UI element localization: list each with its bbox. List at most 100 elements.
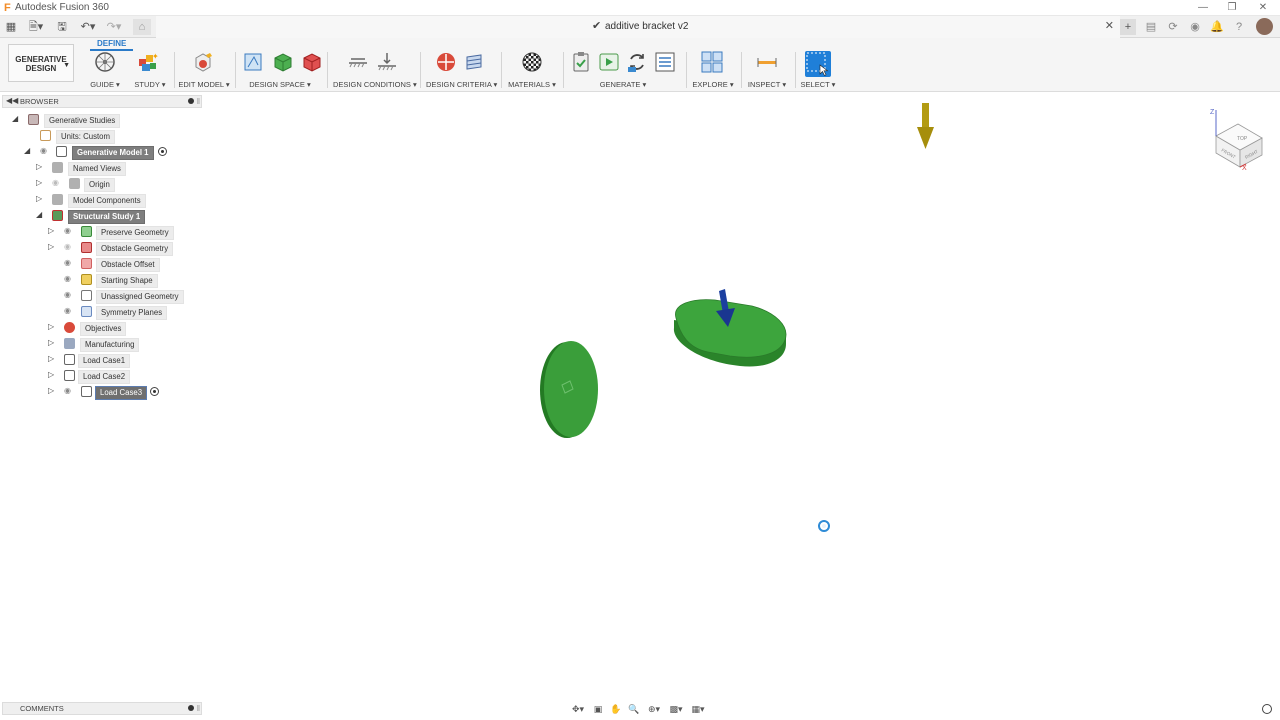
tree-label: Generative Model 1 [72, 146, 154, 160]
browser-panel-header[interactable]: ◀◀ BROWSER ‖ [2, 95, 202, 108]
panel-grip-icon[interactable]: ‖ [197, 704, 200, 713]
document-title: additive bracket v2 [605, 21, 689, 32]
close-tab-icon[interactable]: ✕ [1105, 19, 1114, 32]
tree-label: Manufacturing [80, 338, 140, 352]
chat-icon[interactable]: ▤ [1143, 19, 1159, 35]
extensions-icon[interactable]: ⟳ [1165, 19, 1181, 35]
display-settings-icon[interactable]: ▩▾ [666, 702, 686, 716]
file-menu-icon[interactable]: 🗎▾ [26, 19, 46, 35]
expand-triangle-icon[interactable]: ▷ [48, 242, 56, 251]
app-grid-icon[interactable]: ▦ [4, 19, 18, 35]
select-group[interactable]: SELECT ▾ [800, 51, 836, 91]
expand-triangle-icon[interactable]: ▷ [36, 178, 44, 187]
visibility-eye-icon[interactable]: ◉ [40, 147, 50, 155]
pan-icon[interactable]: ✋ [608, 702, 624, 716]
home-icon[interactable]: ⌂ [133, 19, 151, 35]
look-at-icon[interactable]: ▣ [590, 702, 606, 716]
viewcube-top-label: TOP [1237, 136, 1248, 142]
study-icon [52, 210, 63, 221]
visibility-eye-icon[interactable]: ◉ [64, 307, 74, 315]
visibility-eye-icon[interactable]: ◉ [64, 243, 74, 251]
activate-radio-icon[interactable] [158, 147, 167, 156]
zoom-window-icon[interactable]: 🔍 [626, 702, 642, 716]
tree-label: Objectives [80, 322, 127, 336]
toolbar-ribbon: GENERATIVE DESIGN ▼ DEFINE GUIDE ▾ ✦ STU… [0, 38, 1280, 92]
pin-icon[interactable] [188, 98, 194, 104]
visibility-eye-icon[interactable]: ◉ [64, 275, 74, 283]
navigation-bar: ✥▾ ▣ ✋ 🔍 ⊕▾ ▩▾ ▦▾ [568, 701, 710, 717]
expand-triangle-icon[interactable]: ▷ [36, 194, 44, 203]
explore-group[interactable]: EXPLORE ▾ [692, 51, 734, 91]
viewport-canvas [540, 103, 934, 438]
visibility-eye-icon[interactable]: ◉ [64, 291, 74, 299]
help-icon[interactable]: ? [1231, 19, 1247, 35]
workspace-switcher[interactable]: GENERATIVE DESIGN ▼ [8, 44, 74, 82]
generate-group[interactable]: GENERATE ▾ [568, 51, 678, 91]
preserve-geometry-vertical[interactable] [540, 341, 598, 438]
inspect-group[interactable]: INSPECT ▾ [746, 51, 788, 91]
starting-shape-icon [81, 274, 92, 285]
edit-model-group[interactable]: EDIT MODEL ▾ [178, 51, 230, 91]
load-arrow-gold[interactable] [917, 103, 934, 149]
collapse-triangle-icon[interactable]: ◢ [36, 210, 44, 219]
design-space-group[interactable]: DESIGN SPACE ▾ [240, 51, 321, 91]
explore-icon [701, 51, 723, 73]
activate-radio-icon[interactable] [150, 387, 159, 396]
orbit-icon[interactable]: ✥▾ [568, 702, 588, 716]
restore-icon[interactable]: ❐ [1225, 1, 1239, 15]
objectives-icon [435, 51, 457, 73]
avatar[interactable] [1256, 18, 1273, 35]
tab-define[interactable]: DEFINE [90, 39, 134, 51]
design-criteria-group[interactable]: DESIGN CRITERIA ▾ [426, 51, 497, 91]
obstacle-icon [81, 242, 92, 253]
sync-icon [626, 51, 648, 73]
expand-triangle-icon[interactable]: ▷ [48, 354, 56, 363]
symmetry-icon [81, 306, 92, 317]
expand-triangle-icon[interactable]: ▷ [48, 322, 56, 331]
design-conditions-group[interactable]: DESIGN CONDITIONS ▾ [333, 51, 417, 91]
collapse-panel-icon[interactable]: ◀◀ [6, 96, 18, 105]
generate-label: GENERATE [599, 80, 641, 89]
tree-label: Model Components [68, 194, 146, 208]
materials-group[interactable]: MATERIALS ▾ [506, 51, 558, 91]
tree-label: Load Case3 [95, 386, 148, 400]
comments-panel-header[interactable]: COMMENTS ‖ [2, 702, 202, 715]
ribbon-divider [563, 52, 564, 88]
expand-triangle-icon[interactable]: ▷ [48, 386, 56, 395]
expand-triangle-icon[interactable]: ▷ [36, 162, 44, 171]
expand-triangle-icon[interactable]: ▷ [48, 338, 56, 347]
visibility-eye-icon[interactable]: ◉ [64, 227, 74, 235]
design-space-label: DESIGN SPACE [249, 80, 305, 89]
close-window-icon[interactable]: ✕ [1256, 1, 1270, 15]
select-cursor-icon [805, 51, 831, 77]
model-icon [56, 146, 67, 157]
ribbon-divider [501, 52, 502, 88]
add-comment-icon[interactable] [188, 705, 194, 711]
timeline-toggle-icon[interactable] [1262, 704, 1272, 714]
collapse-triangle-icon[interactable]: ◢ [24, 146, 32, 155]
visibility-eye-icon[interactable]: ◉ [64, 387, 74, 395]
document-tab[interactable]: ✔ additive bracket v2 ✕ [156, 16, 1120, 38]
guide-icon [94, 51, 116, 73]
visibility-eye-icon[interactable]: ◉ [64, 259, 74, 267]
load-case-icon [64, 354, 75, 365]
minimize-icon[interactable]: — [1196, 1, 1210, 15]
notifications-icon[interactable]: 🔔 [1209, 19, 1225, 35]
zoom-icon[interactable]: ⊕▾ [644, 702, 664, 716]
guide-group[interactable]: GUIDE ▾ [90, 51, 120, 91]
tree-label: Load Case1 [78, 354, 131, 368]
save-icon[interactable]: 🖫 [55, 19, 69, 35]
undo-icon[interactable]: ↶▾ [78, 19, 98, 35]
viewcube[interactable]: TOP FRONT RIGHT Z X [1206, 104, 1266, 172]
visibility-eye-icon[interactable]: ◉ [52, 179, 62, 187]
expand-triangle-icon[interactable]: ▷ [48, 370, 56, 379]
new-tab-icon[interactable]: + [1120, 19, 1136, 35]
grid-settings-icon[interactable]: ▦▾ [688, 702, 708, 716]
expand-triangle-icon[interactable]: ▷ [48, 226, 56, 235]
redo-icon[interactable]: ↷▾ [104, 19, 124, 35]
study-group[interactable]: ✦ STUDY ▾ [132, 51, 168, 91]
collapse-triangle-icon[interactable]: ◢ [12, 114, 20, 123]
job-status-icon[interactable]: ◉ [1187, 19, 1203, 35]
tree-label: Obstacle Geometry [96, 242, 174, 256]
panel-grip-icon[interactable]: ‖ [197, 97, 200, 106]
